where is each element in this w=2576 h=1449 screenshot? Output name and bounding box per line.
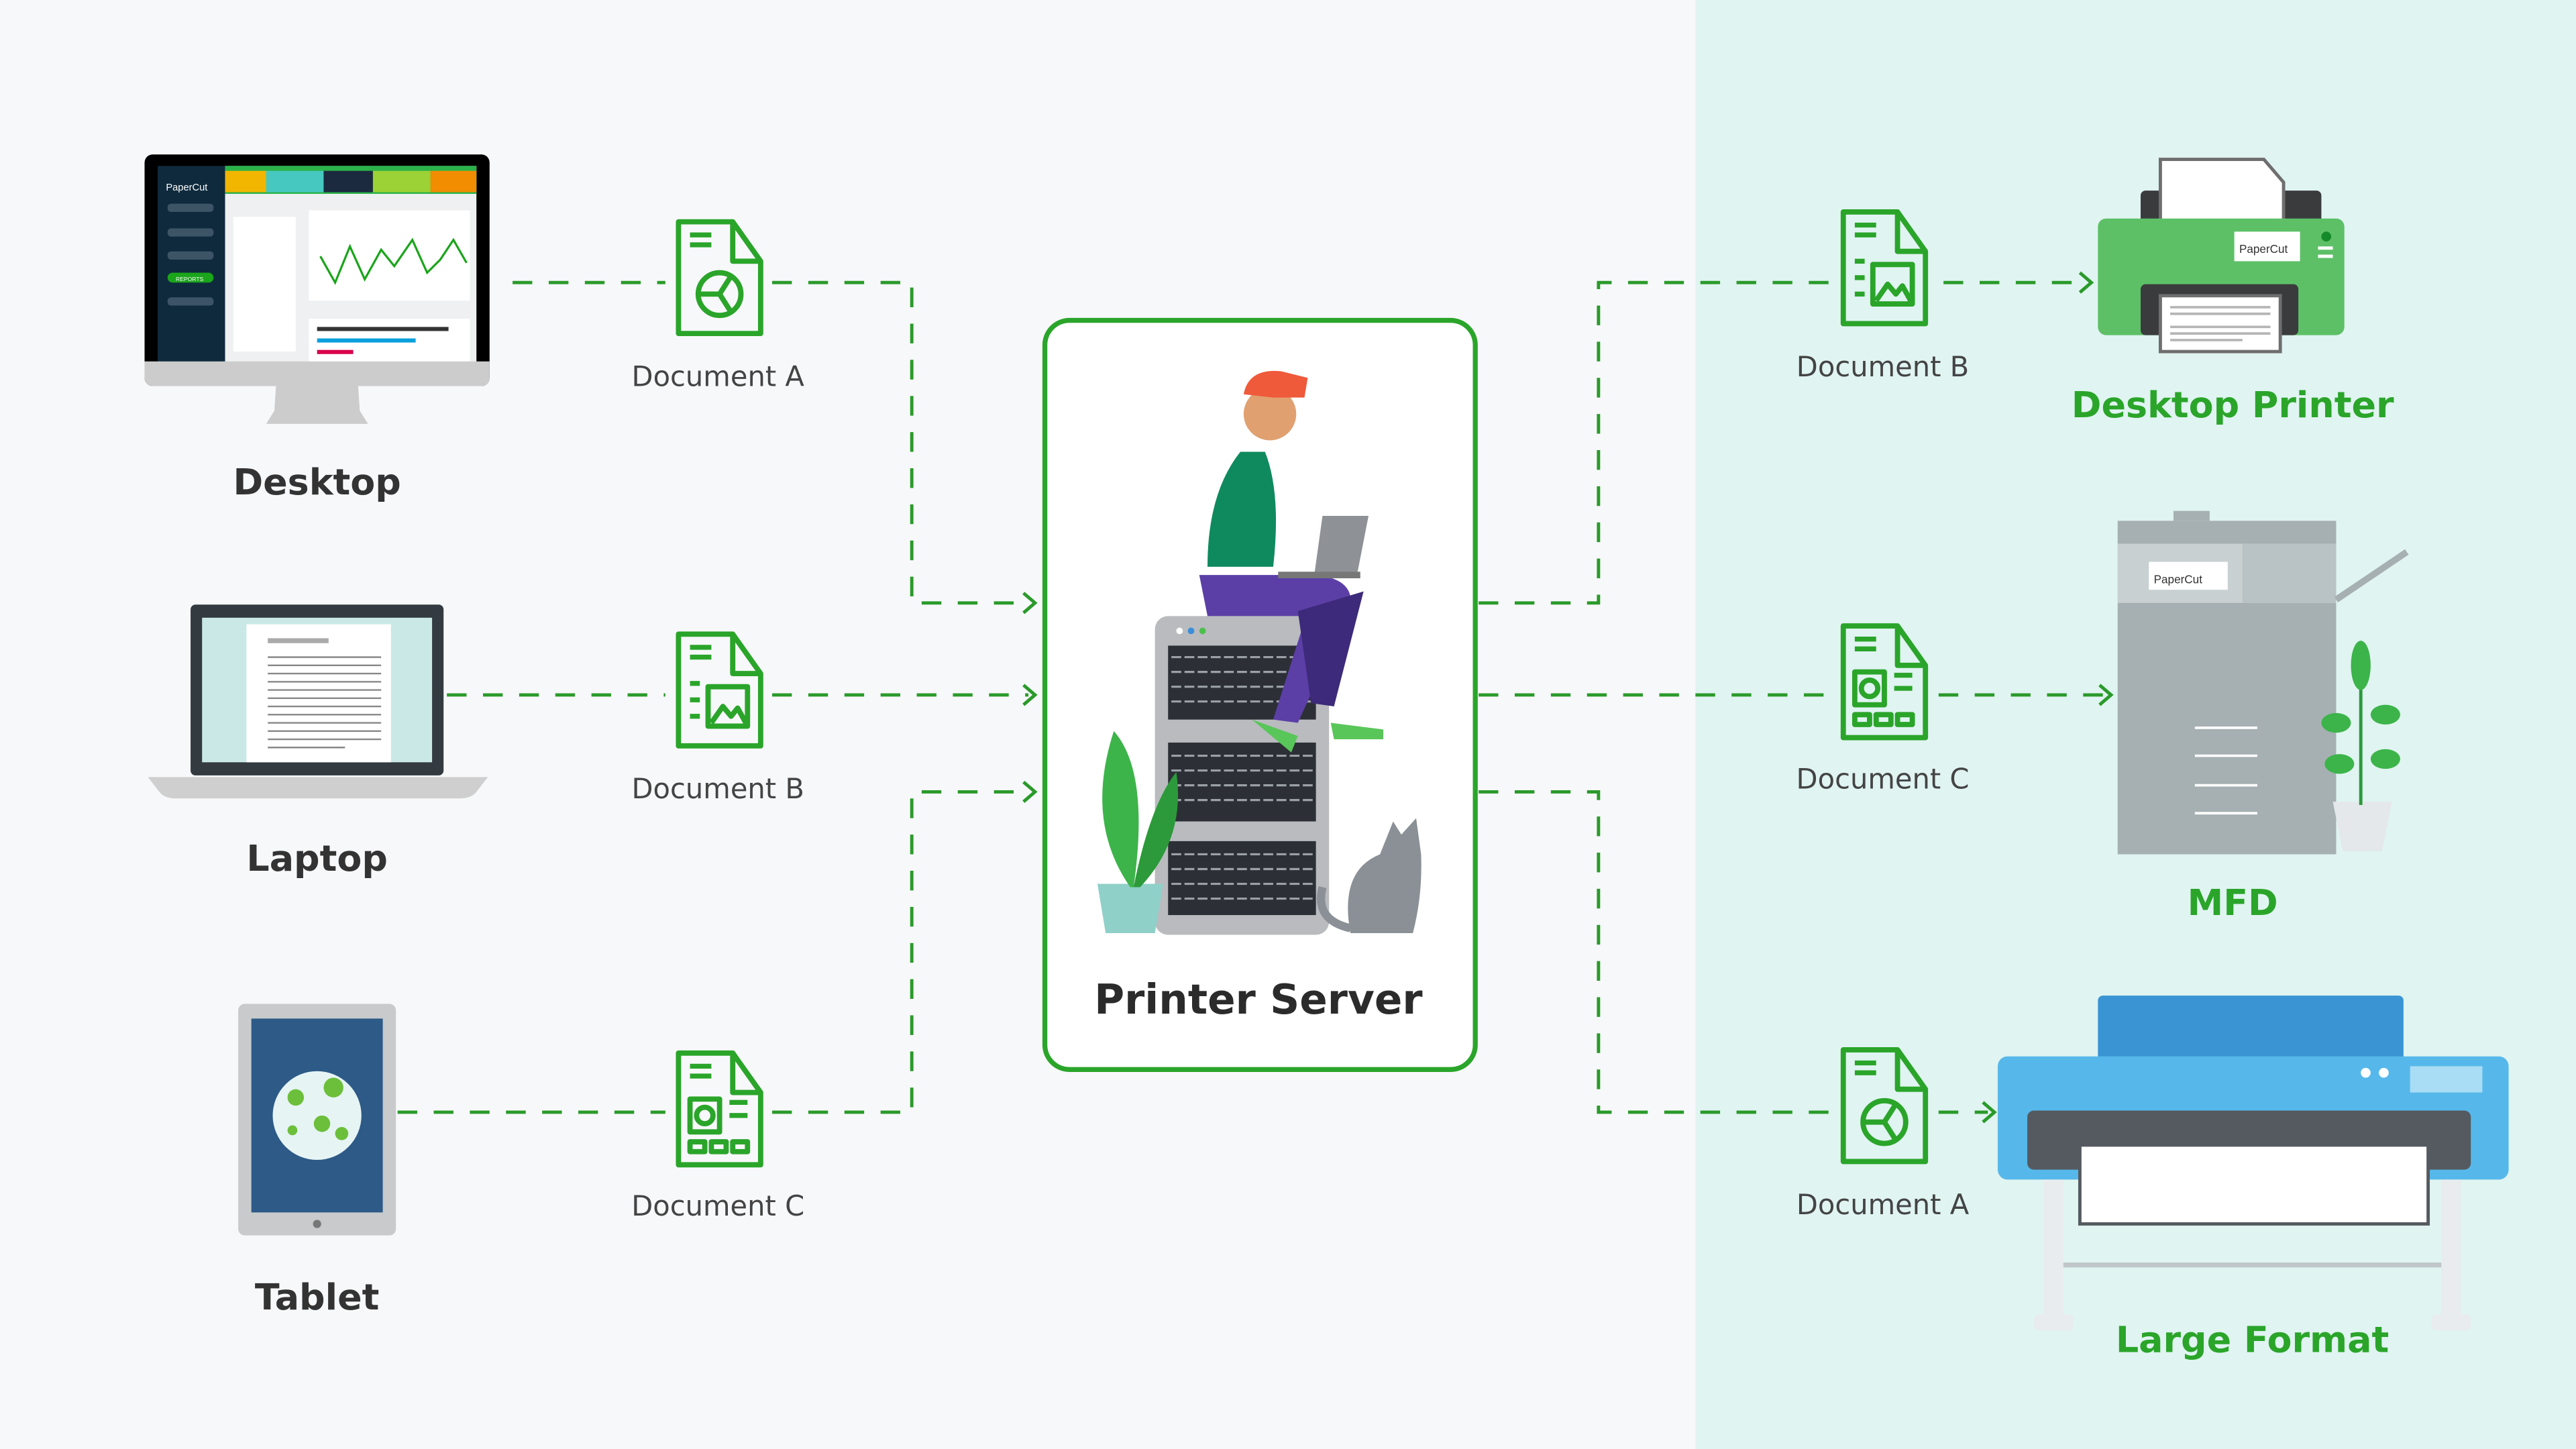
source-document-b-label: Document B	[631, 772, 804, 805]
mfd-brand: PaperCut	[2154, 572, 2203, 586]
tablet-icon	[238, 1004, 396, 1236]
screen-brand: PaperCut	[166, 182, 207, 193]
source-document-c-label: Document C	[631, 1189, 804, 1222]
printer-server-card	[1042, 317, 1478, 1072]
desktop-computer-icon: PaperCut REPORTS	[144, 154, 490, 424]
print-flow-diagram: PaperCut REPORTS Desktop Laptop Tablet D…	[0, 0, 2576, 1449]
mfd-label: MFD	[2188, 881, 2278, 924]
large-format-label: Large Format	[2116, 1319, 2389, 1361]
laptop-label: Laptop	[246, 837, 388, 879]
screen-menu-item: REPORTS	[176, 276, 204, 282]
desktop-printer-label: Desktop Printer	[2072, 384, 2394, 426]
dest-document-a-label: Document A	[1796, 1188, 1970, 1221]
dest-document-b-label: Document B	[1796, 350, 1969, 383]
laptop-icon	[148, 604, 488, 799]
desktop-label: Desktop	[233, 461, 400, 503]
printer-server-label: Printer Server	[1094, 976, 1423, 1024]
printer-brand: PaperCut	[2239, 242, 2288, 256]
source-document-a-label: Document A	[632, 360, 805, 393]
dest-document-c-label: Document C	[1796, 763, 1970, 796]
tablet-label: Tablet	[255, 1276, 379, 1318]
